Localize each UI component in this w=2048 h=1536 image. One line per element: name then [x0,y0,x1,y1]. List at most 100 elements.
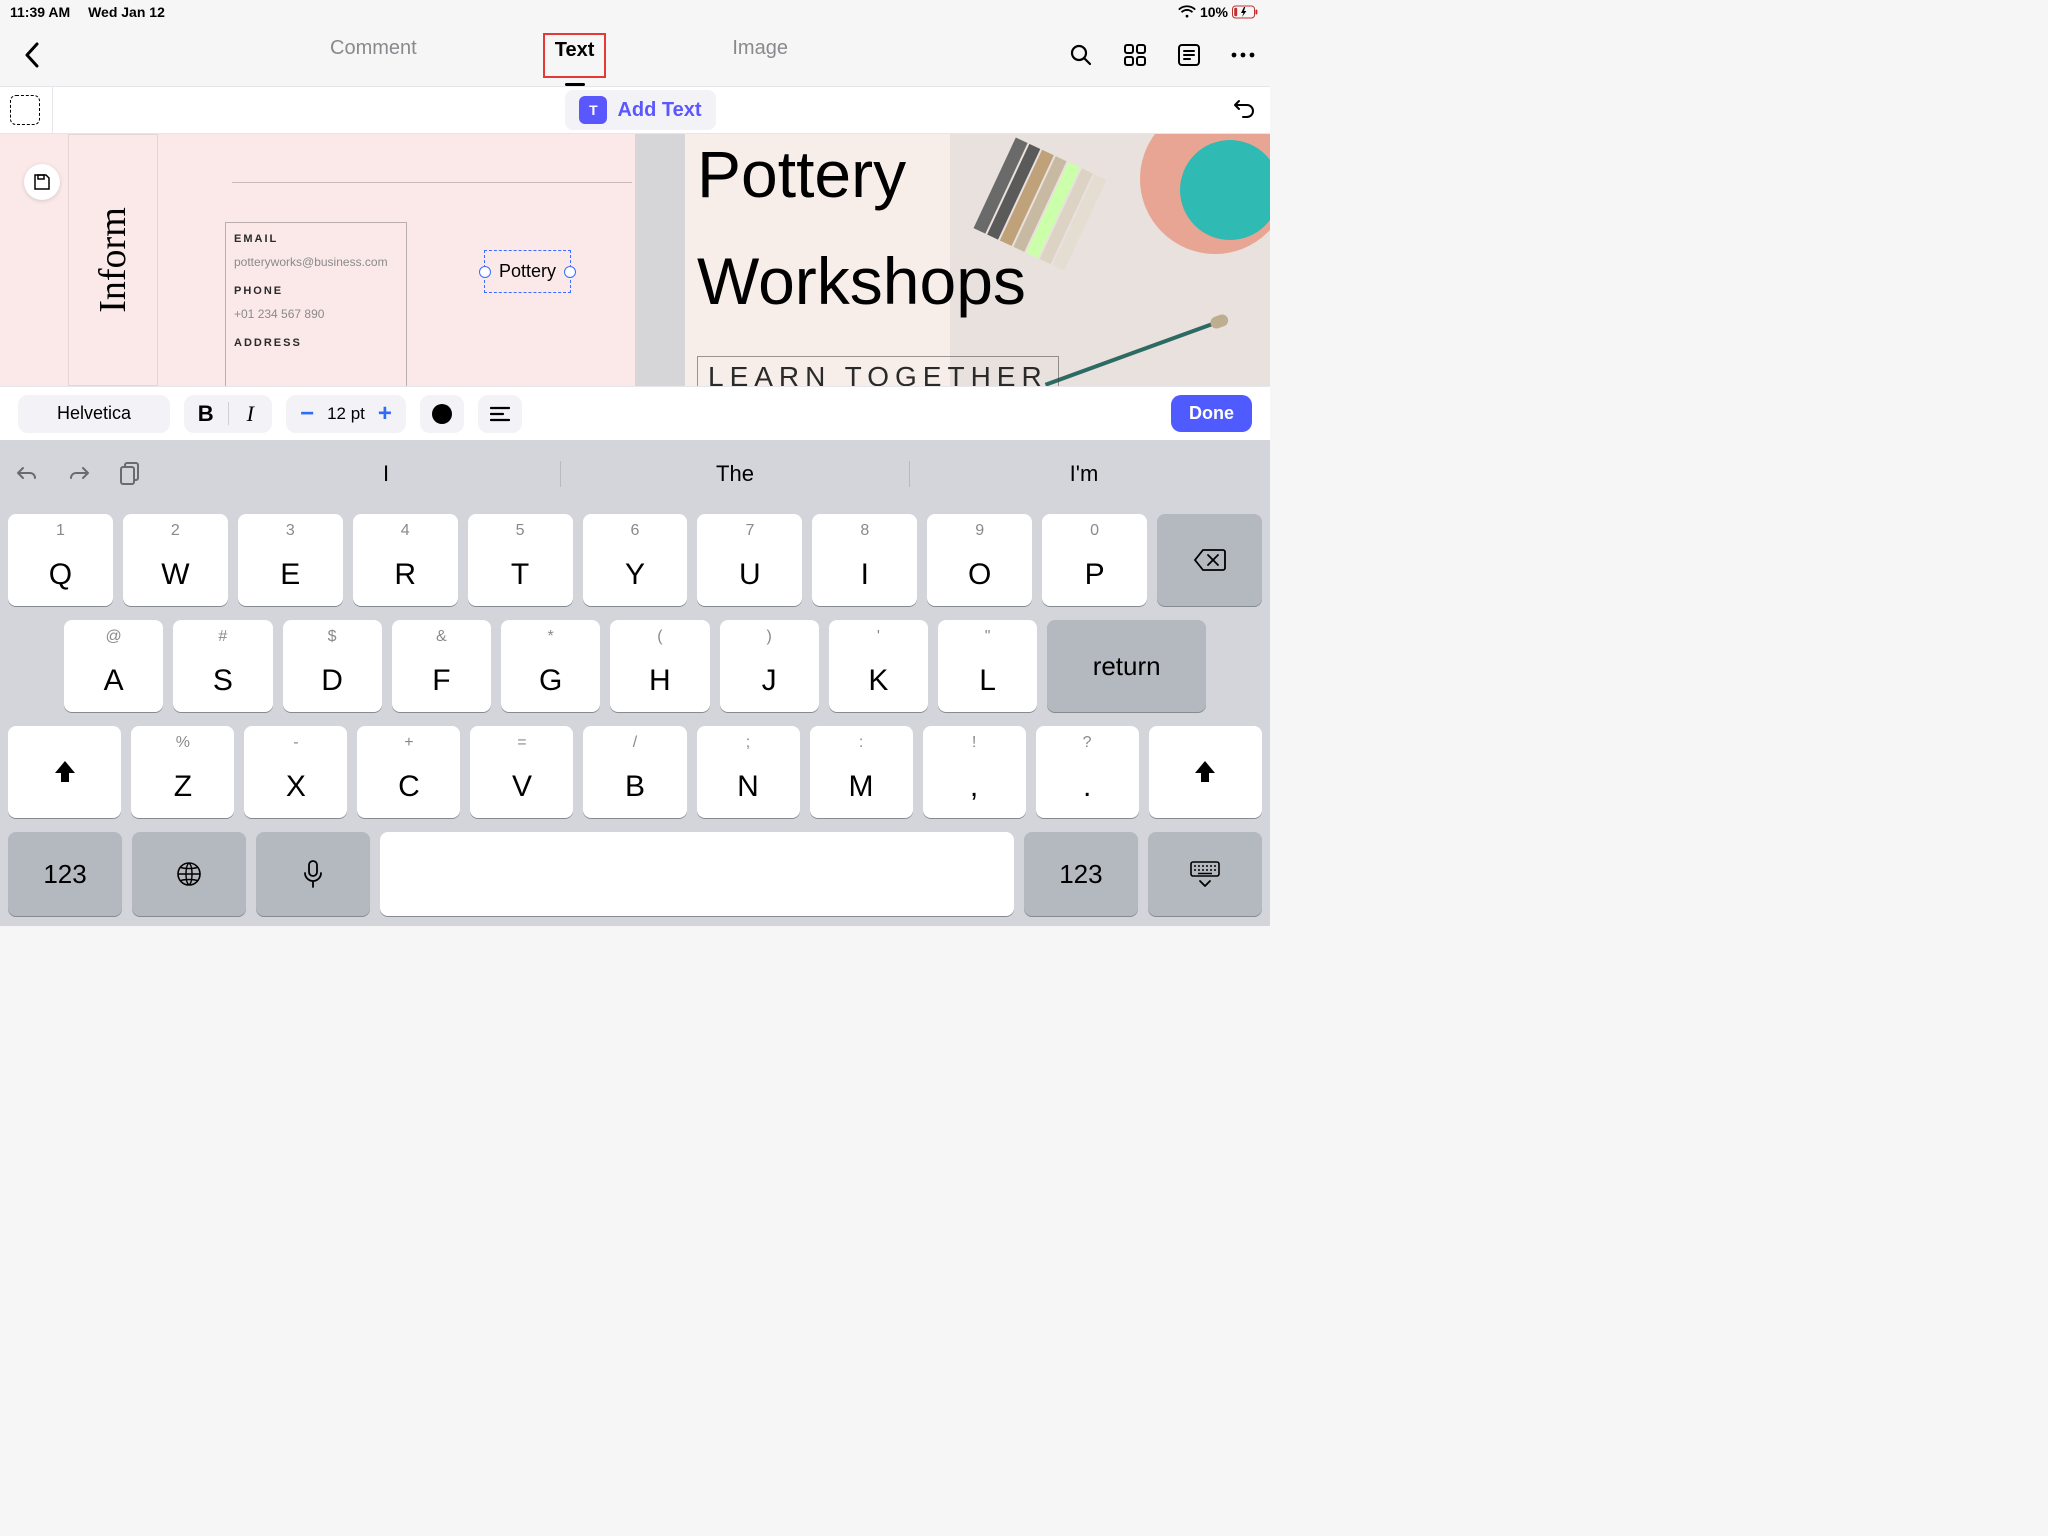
key-a[interactable]: @A [64,620,163,712]
document-canvas[interactable]: Inform EMAIL potteryworks@business.com P… [0,134,1270,386]
key-shift-right[interactable] [1149,726,1262,818]
suggestion-2[interactable]: The [561,461,910,487]
page-subtitle: LEARN TOGETHER [697,356,1059,386]
key-x[interactable]: -X [244,726,347,818]
value-phone: +01 234 567 890 [234,307,398,321]
suggestion-bar: I The I'm [0,446,1270,502]
key-row-4: 123 123 [4,832,1266,916]
text-sub-toolbar: T Add Text [0,86,1270,134]
page-gap [635,134,685,386]
contact-block: EMAIL potteryworks@business.com PHONE +0… [225,222,407,386]
key-row-1: 1Q 2W 3E 4R 5T 6Y 7U 8I 9O 0P [4,514,1266,606]
key-o[interactable]: 9O [927,514,1032,606]
key-j[interactable]: )J [720,620,819,712]
key-shift-left[interactable] [8,726,121,818]
done-button[interactable]: Done [1171,395,1252,432]
status-battery-pct: 10% [1200,4,1228,20]
panel-icon[interactable] [1174,40,1204,70]
status-time: 11:39 AM [10,4,70,20]
key-w[interactable]: 2W [123,514,228,606]
size-decrease[interactable]: − [297,400,317,428]
tab-text[interactable]: Text [543,33,607,78]
key-s[interactable]: #S [173,620,272,712]
page-title: Pottery Workshops [697,134,1026,335]
active-text-box[interactable]: Pottery [484,250,571,293]
page-right[interactable]: Pottery Workshops LEARN TOGETHER [685,134,1270,386]
key-m[interactable]: :M [810,726,913,818]
key-dismiss-keyboard[interactable] [1148,832,1262,916]
wifi-icon [1178,5,1196,19]
undo-button[interactable] [1228,94,1260,126]
key-comma[interactable]: !, [923,726,1026,818]
key-numbers-right[interactable]: 123 [1024,832,1138,916]
bold-italic-toggle[interactable]: B I [184,395,272,433]
size-increase[interactable]: + [375,400,395,428]
key-row-2: @A #S $D &F *G (H )J 'K "L return [4,620,1266,712]
kbd-undo-icon[interactable] [12,459,42,489]
key-backspace[interactable] [1157,514,1262,606]
text-color-button[interactable] [420,395,464,433]
size-value: 12 pt [327,404,365,424]
label-address: ADDRESS [234,337,398,349]
key-e[interactable]: 3E [238,514,343,606]
font-size-stepper[interactable]: − 12 pt + [286,395,406,433]
key-c[interactable]: +C [357,726,460,818]
font-picker[interactable]: Helvetica [18,395,170,433]
key-t[interactable]: 5T [468,514,573,606]
key-g[interactable]: *G [501,620,600,712]
add-text-icon: T [579,96,607,124]
more-icon[interactable] [1228,40,1258,70]
key-globe[interactable] [132,832,246,916]
key-return[interactable]: return [1047,620,1206,712]
key-q[interactable]: 1Q [8,514,113,606]
color-swatch-black [432,404,452,424]
key-i[interactable]: 8I [812,514,917,606]
key-numbers-left[interactable]: 123 [8,832,122,916]
battery-low-charging-icon [1232,5,1260,19]
key-f[interactable]: &F [392,620,491,712]
italic-button[interactable]: I [229,401,273,427]
bold-button[interactable]: B [184,401,228,427]
key-z[interactable]: %Z [131,726,234,818]
divider [232,182,632,183]
page-left[interactable]: Inform EMAIL potteryworks@business.com P… [0,134,635,386]
key-space[interactable] [380,832,1014,916]
label-phone: PHONE [234,285,398,297]
suggestion-1[interactable]: I [212,461,561,487]
vertical-heading: Inform [68,134,158,386]
add-text-button[interactable]: T Add Text [565,90,715,130]
keyboard[interactable]: I The I'm 1Q 2W 3E 4R 5T 6Y 7U 8I 9O 0P … [0,440,1270,926]
status-date: Wed Jan 12 [88,4,165,20]
save-icon[interactable] [24,164,60,200]
key-v[interactable]: =V [470,726,573,818]
key-d[interactable]: $D [283,620,382,712]
key-b[interactable]: /B [583,726,686,818]
key-row-3: %Z -X +C =V /B ;N :M !, ?. [4,726,1266,818]
key-period[interactable]: ?. [1036,726,1139,818]
key-dictate[interactable] [256,832,370,916]
text-align-button[interactable] [478,395,522,433]
add-text-label: Add Text [617,99,701,122]
paintbrush [1045,321,1216,386]
key-k[interactable]: 'K [829,620,928,712]
key-r[interactable]: 4R [353,514,458,606]
back-button[interactable] [12,35,52,75]
suggestion-3[interactable]: I'm [910,461,1258,487]
key-u[interactable]: 7U [697,514,802,606]
value-email: potteryworks@business.com [234,255,398,269]
key-h[interactable]: (H [610,620,709,712]
teal-bowl [1180,140,1270,240]
tab-image[interactable]: Image [726,33,794,78]
key-y[interactable]: 6Y [583,514,688,606]
key-l[interactable]: "L [938,620,1037,712]
label-email: EMAIL [234,233,398,245]
divider [52,87,53,133]
grid-icon[interactable] [1120,40,1150,70]
selection-tool-icon[interactable] [10,95,40,125]
search-icon[interactable] [1066,40,1096,70]
kbd-redo-icon[interactable] [64,459,94,489]
tab-comment[interactable]: Comment [324,33,423,78]
key-p[interactable]: 0P [1042,514,1147,606]
kbd-clipboard-icon[interactable] [116,459,146,489]
key-n[interactable]: ;N [697,726,800,818]
